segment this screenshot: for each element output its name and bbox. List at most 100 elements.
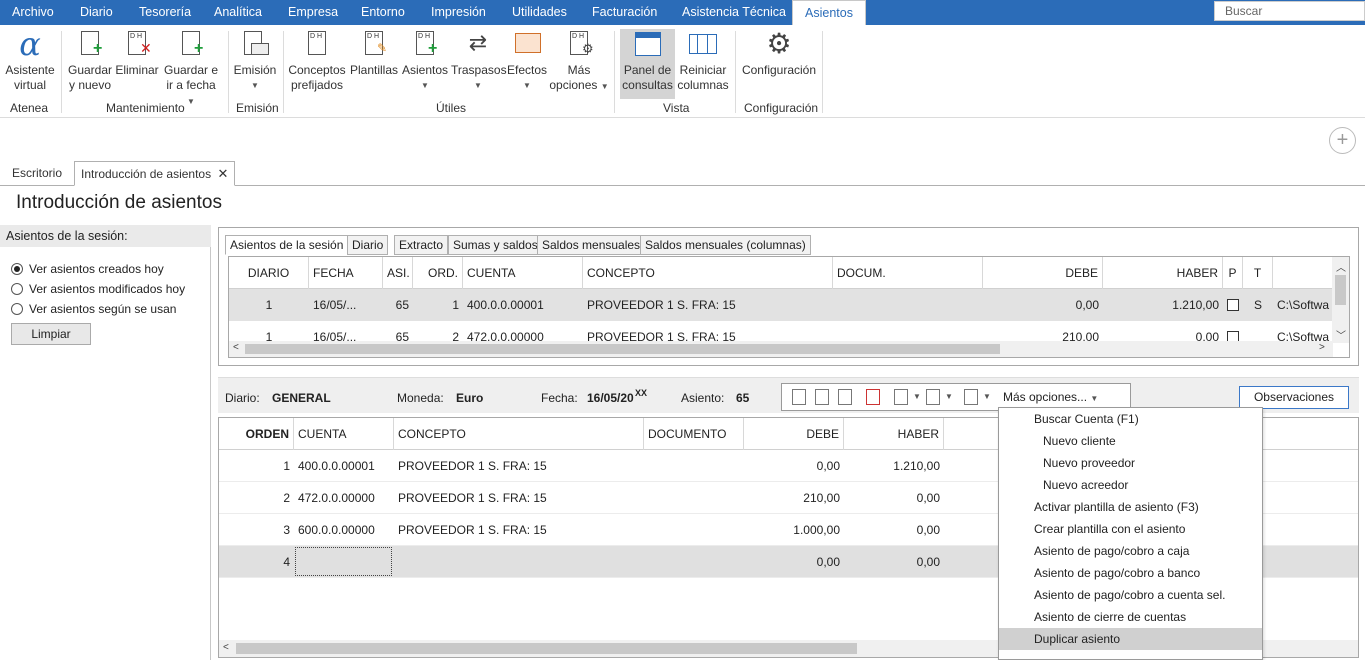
cell-concepto[interactable]: PROVEEDOR 1 S. FRA: 15 [394,482,644,514]
tab-tesoreria[interactable]: Tesorería [139,0,191,25]
radio-segun-se-usan[interactable]: Ver asientos según se usan [11,302,176,316]
panel-consultas-button[interactable]: Panel de consultas [620,29,675,99]
scroll-thumb[interactable] [236,643,857,654]
mas-opciones-dropdown[interactable]: Más opciones... ▼ [1003,390,1098,404]
cell-concepto[interactable] [394,546,644,578]
menu-item[interactable]: Crear plantilla con el asiento [999,518,1262,540]
tab-introduccion-asientos[interactable]: Introducción de asientos ✕ [74,161,236,186]
menu-item[interactable]: Asiento de pago/cobro a caja [999,540,1262,562]
copy-line-icon[interactable] [838,389,852,405]
cell-documento[interactable] [644,514,744,546]
attach-icon[interactable] [964,389,978,405]
search-input[interactable]: Buscar [1214,1,1365,21]
tab-saldos-mensuales-columnas[interactable]: Saldos mensuales (columnas) [640,235,811,255]
cell-haber[interactable]: 0,00 [844,482,944,514]
checkbox[interactable] [1227,299,1239,311]
asientos-button[interactable]: D H + Asientos ▼ [401,29,449,93]
col-concepto[interactable]: CONCEPTO [394,418,644,450]
menu-item[interactable]: Asiento de pago/cobro a banco [999,562,1262,584]
cell-concepto[interactable]: PROVEEDOR 1 S. FRA: 15 [394,450,644,482]
reiniciar-columnas-button[interactable]: Reiniciar columnas [677,29,729,93]
check-line-icon[interactable] [894,389,908,405]
cell-debe[interactable]: 1.000,00 [744,514,844,546]
col-haber[interactable]: HABER [1103,257,1223,289]
guardar-y-nuevo-button[interactable]: + Guardar y nuevo [66,29,114,93]
table-row[interactable]: 1 16/05/... 65 1 400.0.0.00001 PROVEEDOR… [229,289,1333,321]
cell-p[interactable] [1223,289,1243,321]
tab-asientos-sesion[interactable]: Asientos de la sesión [225,235,349,255]
horizontal-scrollbar[interactable]: < > [229,341,1333,357]
cell-debe[interactable]: 210,00 [744,482,844,514]
limpiar-button[interactable]: Limpiar [11,323,91,345]
menu-item[interactable]: Buscar Cuenta (F1) [999,408,1262,430]
col-cuenta[interactable]: CUENTA [294,418,394,450]
scroll-thumb[interactable] [1335,275,1346,305]
vertical-scrollbar[interactable]: ︿ ﹀ [1332,257,1349,343]
plantillas-button[interactable]: D H ✎ Plantillas [350,29,398,78]
radio-creados-hoy[interactable]: Ver asientos creados hoy [11,262,164,276]
tab-diario[interactable]: Diario [80,0,113,25]
col-path[interactable] [1273,257,1333,289]
menu-item[interactable]: Nuevo proveedor [999,452,1262,474]
cell-cuenta-focused[interactable] [295,547,392,576]
close-icon[interactable]: ✕ [217,166,228,181]
chevron-left-icon[interactable]: < [233,342,239,353]
cell-documento[interactable] [644,450,744,482]
tab-sumas-saldos[interactable]: Sumas y saldos [448,235,543,255]
col-documento[interactable]: DOCUMENTO [644,418,744,450]
col-diario[interactable]: DIARIO [229,257,309,289]
chevron-down-icon[interactable]: ﹀ [1336,327,1346,342]
add-line-icon[interactable] [792,389,806,405]
chevron-down-icon[interactable]: ▼ [983,392,991,401]
guardar-ir-fecha-button[interactable]: + Guardar e ir a fecha ▼ [163,29,219,109]
tab-entorno[interactable]: Entorno [361,0,405,25]
asistente-virtual-button[interactable]: α Asistente virtual [4,28,56,93]
tab-asistencia-tecnica[interactable]: Asistencia Técnica [682,0,786,25]
menu-item[interactable]: Asiento de pago/cobro a cuenta sel. [999,584,1262,606]
menu-item[interactable]: Activar plantilla de asiento (F3) [999,496,1262,518]
cell-documento[interactable] [644,546,744,578]
traspasos-button[interactable]: ⇄ Traspasos ▼ [451,29,507,93]
col-concepto[interactable]: CONCEPTO [583,257,833,289]
chevron-down-icon[interactable]: ▼ [913,392,921,401]
col-ord[interactable]: ORD. [413,257,463,289]
tab-impresion[interactable]: Impresión [431,0,486,25]
eliminar-button[interactable]: D H ✕ Eliminar [115,29,159,78]
tab-facturacion[interactable]: Facturación [592,0,657,25]
columns-line-icon[interactable] [926,389,940,405]
cell-debe[interactable]: 0,00 [744,450,844,482]
col-docum[interactable]: DOCUM. [833,257,983,289]
delete-line-icon[interactable] [866,389,880,405]
cell-documento[interactable] [644,482,744,514]
mas-opciones-ribbon-button[interactable]: D H ⚙ Más opciones ▼ [549,29,609,94]
scroll-thumb[interactable] [245,344,1000,354]
tab-diario-sub[interactable]: Diario [347,235,389,255]
col-p[interactable]: P [1223,257,1243,289]
tab-empresa[interactable]: Empresa [288,0,338,25]
cell-haber[interactable]: 0,00 [844,546,944,578]
cell-concepto[interactable]: PROVEEDOR 1 S. FRA: 15 [394,514,644,546]
menu-item[interactable]: Nuevo acreedor [999,474,1262,496]
col-haber[interactable]: HABER [844,418,944,450]
col-asi[interactable]: ASI. [383,257,413,289]
menu-item[interactable]: Duplicar asiento [999,628,1262,650]
efectos-button[interactable]: Efectos ▼ [506,29,548,93]
tab-utilidades[interactable]: Utilidades [512,0,567,25]
menu-item[interactable]: Asiento de cierre de cuentas [999,606,1262,628]
col-orden[interactable]: ORDEN [219,418,294,450]
tab-escritorio[interactable]: Escritorio [6,161,68,186]
tab-asientos[interactable]: Asientos [792,0,866,25]
cell-debe[interactable]: 0,00 [744,546,844,578]
col-cuenta[interactable]: CUENTA [463,257,583,289]
tab-archivo[interactable]: Archivo [12,0,54,25]
cell-cuenta[interactable]: 600.0.0.00000 [294,514,394,546]
cell-cuenta[interactable]: 400.0.0.00001 [294,450,394,482]
chevron-up-icon[interactable]: ︿ [1336,259,1346,274]
cell-haber[interactable]: 1.210,00 [844,450,944,482]
tab-saldos-mensuales[interactable]: Saldos mensuales [537,235,646,255]
cell-haber[interactable]: 0,00 [844,514,944,546]
col-debe[interactable]: DEBE [744,418,844,450]
conceptos-prefijados-button[interactable]: D H Conceptos prefijados [288,29,346,93]
cell-cuenta[interactable]: 472.0.0.00000 [294,482,394,514]
chevron-left-icon[interactable]: < [223,642,229,653]
